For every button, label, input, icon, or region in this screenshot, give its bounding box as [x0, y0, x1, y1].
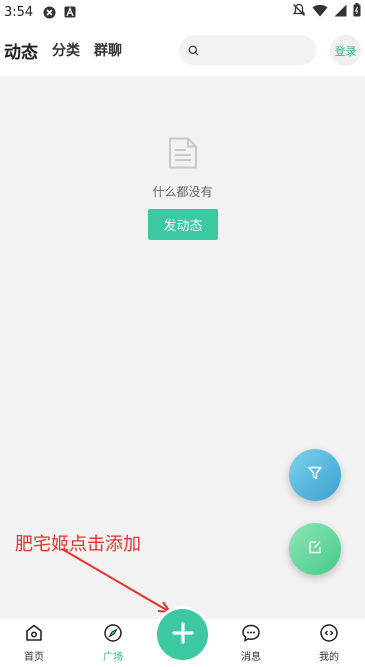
empty-document-icon: [168, 137, 198, 173]
nav-profile-label: 我的: [319, 652, 339, 663]
signal-icon: [334, 4, 347, 21]
nav-square-label: 广场: [103, 652, 123, 663]
nav-home-label: 首页: [24, 652, 44, 663]
nav-messages-label: 消息: [241, 652, 261, 663]
empty-message: 什么都没有: [152, 185, 213, 199]
wifi-icon: [312, 4, 328, 21]
a-icon: [64, 6, 76, 18]
tab-dynamic[interactable]: 动态: [4, 34, 38, 67]
search-icon: [188, 41, 199, 60]
status-time: 3:54: [4, 4, 34, 20]
compose-button[interactable]: [289, 523, 341, 575]
nav-square[interactable]: 广场: [88, 619, 138, 667]
profile-icon: [319, 623, 339, 646]
battery-icon: [353, 3, 361, 21]
nav-home[interactable]: 首页: [9, 619, 59, 667]
tab-group-chat[interactable]: 群聊: [94, 36, 122, 64]
chat-icon: [241, 623, 261, 646]
annotation-text: 肥宅姬点击添加: [15, 534, 141, 555]
filter-button[interactable]: [289, 449, 341, 501]
compass-icon: [103, 623, 123, 646]
search-bar[interactable]: [179, 35, 316, 65]
plus-icon: [171, 621, 195, 649]
post-button[interactable]: 发动态: [148, 209, 218, 240]
login-button[interactable]: 登录: [330, 35, 361, 66]
top-bar: 动态 分类 群聊 登录: [0, 24, 365, 76]
search-input[interactable]: [205, 43, 305, 57]
nav-profile[interactable]: 我的: [304, 619, 354, 667]
home-icon: [24, 623, 44, 646]
filter-icon: [307, 465, 323, 485]
edit-icon: [307, 539, 323, 559]
status-bar: 3:54: [0, 0, 365, 24]
notification-icon: [43, 6, 56, 19]
nav-messages[interactable]: 消息: [226, 619, 276, 667]
add-button[interactable]: [157, 609, 208, 660]
tab-category[interactable]: 分类: [52, 36, 80, 64]
mute-icon: [292, 3, 306, 21]
